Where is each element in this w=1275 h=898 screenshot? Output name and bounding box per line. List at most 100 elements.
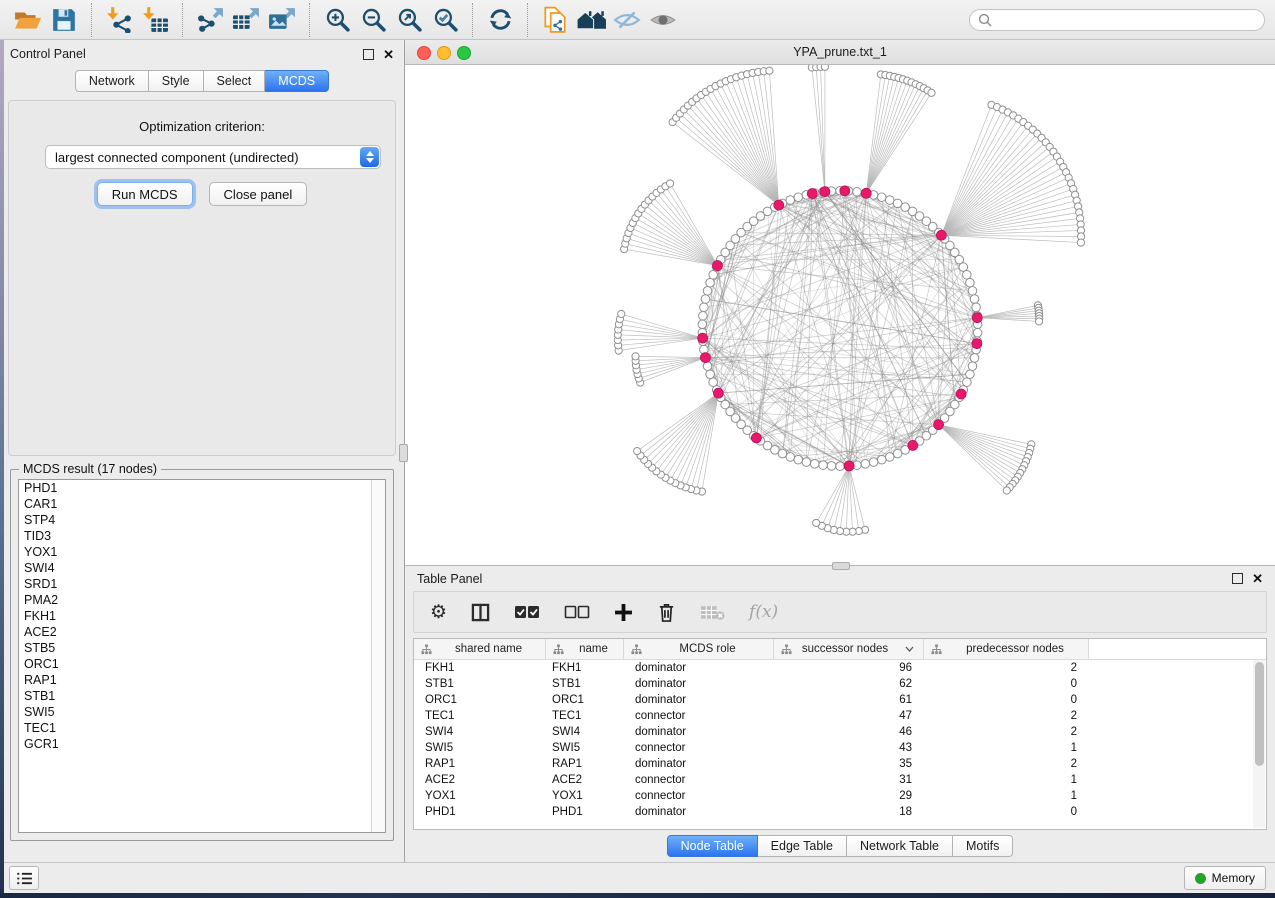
network-node[interactable] — [802, 458, 811, 467]
network-node[interactable] — [877, 193, 886, 202]
network-node[interactable] — [827, 462, 836, 471]
import-network-button[interactable] — [101, 4, 137, 36]
tab-network-table[interactable]: Network Table — [847, 835, 953, 857]
network-hub-node[interactable] — [861, 188, 871, 198]
network-hub-node[interactable] — [934, 420, 944, 430]
network-node[interactable] — [786, 453, 795, 462]
float-table-panel-icon[interactable] — [1232, 573, 1243, 584]
column-header-name[interactable]: name — [546, 639, 624, 659]
network-hub-node[interactable] — [700, 353, 710, 363]
table-row[interactable]: ORC1ORC1dominator610 — [414, 692, 1266, 708]
zoom-in-button[interactable] — [319, 4, 355, 36]
tab-style[interactable]: Style — [149, 70, 204, 92]
network-node[interactable] — [794, 455, 803, 464]
task-history-button[interactable] — [9, 866, 39, 890]
network-node[interactable] — [786, 196, 795, 205]
network-node[interactable] — [1035, 318, 1042, 325]
export-network-button[interactable] — [192, 4, 228, 36]
network-hub-node[interactable] — [807, 189, 817, 199]
mcds-result-item[interactable]: PHD1 — [19, 480, 385, 496]
network-node[interactable] — [813, 519, 820, 526]
network-node[interactable] — [618, 310, 625, 317]
network-node[interactable] — [836, 462, 845, 471]
tab-node-table[interactable]: Node Table — [667, 835, 758, 857]
mcds-result-item[interactable]: RAP1 — [19, 672, 385, 688]
network-node[interactable] — [819, 461, 828, 470]
network-hub-node[interactable] — [908, 440, 918, 450]
mcds-result-item[interactable]: PMA2 — [19, 592, 385, 608]
table-row[interactable]: STB1STB1dominator620 — [414, 676, 1266, 692]
zoom-selected-button[interactable] — [427, 4, 463, 36]
mcds-result-item[interactable]: YOX1 — [19, 544, 385, 560]
network-hub-node[interactable] — [820, 187, 830, 197]
float-panel-icon[interactable] — [363, 49, 374, 60]
deselect-all-button[interactable] — [564, 604, 590, 620]
network-node[interactable] — [794, 193, 803, 202]
network-node[interactable] — [973, 328, 982, 337]
import-table-button[interactable] — [137, 4, 173, 36]
network-node[interactable] — [970, 295, 979, 304]
zoom-fit-button[interactable] — [391, 4, 427, 36]
network-node[interactable] — [706, 278, 715, 287]
network-hub-node[interactable] — [972, 339, 982, 349]
network-node[interactable] — [966, 370, 975, 379]
table-row[interactable]: PHD1PHD1dominator180 — [414, 804, 1266, 820]
search-input[interactable] — [997, 12, 1256, 28]
network-node[interactable] — [634, 447, 641, 454]
network-node[interactable] — [766, 67, 773, 74]
tab-network[interactable]: Network — [75, 70, 149, 92]
save-session-button[interactable] — [46, 4, 82, 36]
column-header-MCDS-role[interactable]: MCDS role — [624, 639, 774, 659]
table-row[interactable]: YOX1YOX1connector291 — [414, 788, 1266, 804]
mcds-result-item[interactable]: FKH1 — [19, 608, 385, 624]
network-node[interactable] — [970, 354, 979, 363]
network-node[interactable] — [632, 353, 639, 360]
mcds-result-item[interactable]: SWI5 — [19, 704, 385, 720]
export-table-button[interactable] — [228, 4, 264, 36]
network-node[interactable] — [703, 286, 712, 295]
mcds-result-item[interactable]: STB1 — [19, 688, 385, 704]
network-hub-node[interactable] — [698, 333, 708, 343]
refresh-view-button[interactable] — [482, 4, 518, 36]
network-node[interactable] — [963, 270, 972, 279]
search-field[interactable] — [969, 9, 1265, 31]
network-node[interactable] — [861, 460, 870, 469]
network-hub-node[interactable] — [713, 261, 723, 271]
table-scrollbar[interactable] — [1253, 660, 1265, 828]
mcds-result-item[interactable]: ORC1 — [19, 656, 385, 672]
network-node[interactable] — [853, 188, 862, 197]
network-hub-node[interactable] — [713, 388, 723, 398]
show-all-button[interactable] — [645, 4, 681, 36]
network-node[interactable] — [706, 370, 715, 379]
network-node[interactable] — [1077, 239, 1084, 246]
network-node[interactable] — [810, 460, 819, 469]
network-node[interactable] — [968, 362, 977, 371]
result-list-scrollbar[interactable] — [371, 480, 385, 832]
mcds-result-list[interactable]: PHD1CAR1STP4TID3YOX1SWI4SRD1PMA2FKH1ACE2… — [18, 479, 386, 833]
close-panel-icon[interactable]: ✕ — [383, 48, 394, 61]
network-node[interactable] — [928, 89, 935, 96]
network-window-titlebar[interactable]: YPA_prune.txt_1 — [405, 40, 1275, 65]
delete-column-button[interactable] — [657, 602, 676, 623]
first-neighbors-button[interactable] — [573, 4, 609, 36]
zoom-out-button[interactable] — [355, 4, 391, 36]
network-hub-node[interactable] — [774, 200, 784, 210]
network-node[interactable] — [703, 362, 712, 371]
table-row[interactable]: TEC1TEC1connector472 — [414, 708, 1266, 724]
memory-button[interactable]: Memory — [1184, 866, 1266, 890]
table-row[interactable]: SWI4SWI4dominator462 — [414, 724, 1266, 740]
network-node[interactable] — [821, 65, 828, 70]
tab-edge-table[interactable]: Edge Table — [758, 835, 847, 857]
network-node[interactable] — [667, 180, 674, 187]
network-node[interactable] — [700, 303, 709, 312]
network-node[interactable] — [1003, 487, 1010, 494]
show-columns-button[interactable] — [471, 603, 490, 622]
network-canvas[interactable] — [405, 65, 1275, 565]
table-row[interactable]: SWI5SWI5connector431 — [414, 740, 1266, 756]
add-column-button[interactable] — [614, 603, 633, 622]
network-node[interactable] — [968, 286, 977, 295]
splitter-handle[interactable] — [399, 444, 408, 462]
network-node[interactable] — [893, 449, 902, 458]
close-window-icon[interactable] — [417, 46, 431, 60]
scrollbar-thumb[interactable] — [1255, 662, 1264, 766]
